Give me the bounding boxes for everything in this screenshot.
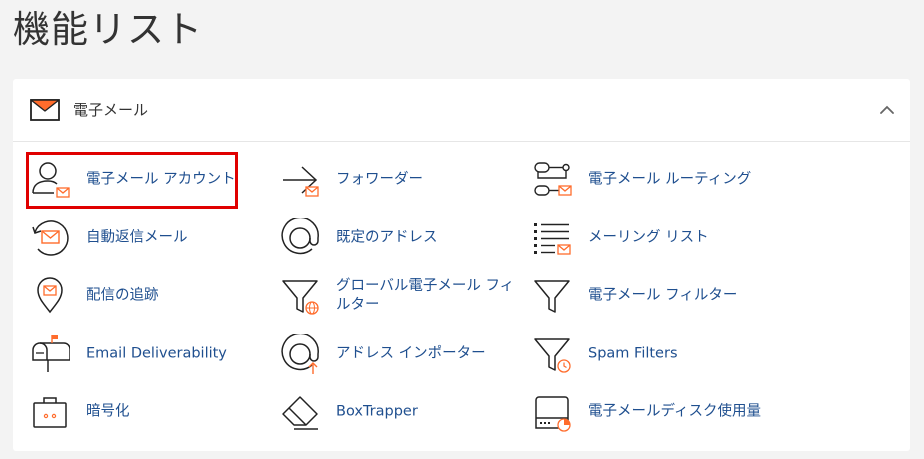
item-label: メーリング リスト	[588, 229, 709, 246]
item-label: BoxTrapper	[336, 403, 418, 420]
item-boxtrapper[interactable]: BoxTrapper	[280, 392, 520, 432]
item-address-importer[interactable]: アドレス インポーター	[280, 334, 520, 374]
autoresponder-icon	[30, 218, 70, 258]
panel-header[interactable]: 電子メール	[13, 79, 910, 142]
item-label: 電子メールディスク使用量	[588, 403, 761, 420]
item-spam-filters[interactable]: Spam Filters	[532, 334, 792, 374]
item-label: 電子メール フィルター	[588, 287, 738, 304]
routing-icon	[532, 160, 572, 200]
item-email-disk-usage[interactable]: 電子メールディスク使用量	[532, 392, 792, 432]
item-label: 配信の追跡	[86, 287, 159, 304]
item-label: アドレス インポーター	[336, 345, 486, 362]
mailbox-icon	[30, 334, 70, 374]
item-label: グローバル電子メール フィルター	[336, 278, 515, 313]
at-sign-icon	[280, 218, 320, 258]
item-global-email-filters[interactable]: グローバル電子メール フィルター	[280, 276, 525, 316]
funnel-icon	[532, 276, 572, 316]
list-mail-icon	[532, 218, 572, 258]
funnel-globe-icon	[280, 276, 320, 316]
item-label: 自動返信メール	[86, 229, 188, 246]
item-email-deliverability[interactable]: Email Deliverability	[30, 334, 235, 374]
briefcase-icon	[30, 392, 70, 432]
item-autoresponders[interactable]: 自動返信メール	[30, 218, 235, 258]
page-title: 機能リスト	[13, 8, 203, 51]
item-label: 電子メール アカウント	[86, 171, 236, 188]
item-label: 暗号化	[86, 403, 130, 420]
item-track-delivery[interactable]: 配信の追跡	[30, 276, 235, 316]
user-mail-icon	[30, 160, 70, 200]
item-email-routing[interactable]: 電子メール ルーティング	[532, 160, 792, 200]
item-default-address[interactable]: 既定のアドレス	[280, 218, 520, 258]
item-encryption[interactable]: 暗号化	[30, 392, 235, 432]
item-label: Spam Filters	[588, 345, 678, 362]
item-forwarders[interactable]: フォワーダー	[280, 160, 520, 200]
item-label: 電子メール ルーティング	[588, 171, 752, 188]
funnel-clock-icon	[532, 334, 572, 374]
item-email-accounts[interactable]: 電子メール アカウント	[30, 160, 236, 200]
item-mailing-lists[interactable]: メーリング リスト	[532, 218, 792, 258]
eraser-icon	[280, 392, 320, 432]
forward-arrow-icon	[280, 160, 320, 200]
chevron-up-icon[interactable]	[878, 101, 896, 119]
at-import-icon	[280, 334, 320, 374]
item-label: フォワーダー	[336, 171, 423, 188]
item-email-filters[interactable]: 電子メール フィルター	[532, 276, 792, 316]
item-label: Email Deliverability	[86, 345, 227, 362]
item-label: 既定のアドレス	[336, 229, 438, 246]
envelope-icon	[30, 99, 60, 121]
location-pin-icon	[30, 276, 70, 316]
section-title: 電子メール	[73, 101, 149, 119]
disk-usage-icon	[532, 392, 572, 432]
